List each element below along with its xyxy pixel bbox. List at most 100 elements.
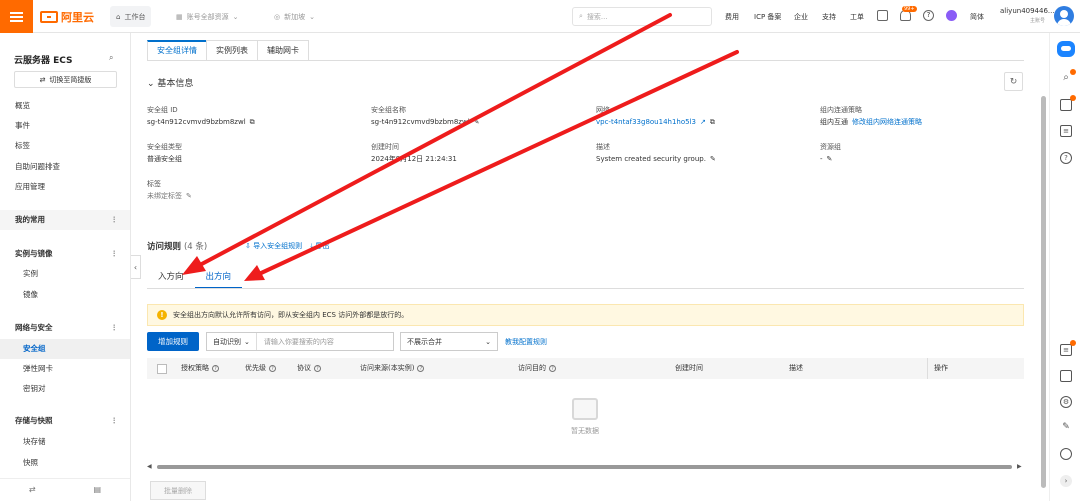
rules-actions: ⇩ 导入安全组规则 ⤓ 导出	[245, 241, 329, 251]
camera-icon[interactable]	[1060, 99, 1072, 111]
scan-icon[interactable]	[1060, 370, 1072, 382]
workbench-button[interactable]: ⌂ 工作台	[110, 6, 152, 27]
help-icon[interactable]: ?	[1060, 152, 1072, 164]
edit-icon[interactable]: ✎	[474, 116, 480, 128]
avatar[interactable]	[1054, 6, 1074, 26]
sidebar-item-images[interactable]: 镜像	[0, 285, 130, 305]
help-icon[interactable]: ?	[212, 365, 219, 372]
edit-icon[interactable]: ✎	[710, 153, 716, 165]
merge-select[interactable]: 不展示合并 ⌄	[400, 332, 498, 351]
sidebar-item-troubleshoot[interactable]: 自助问题排查	[0, 157, 130, 177]
more-icon[interactable]: ⋮	[111, 210, 119, 230]
help-icon[interactable]: ?	[923, 10, 934, 21]
modify-policy-link[interactable]: 修改组内网络连通策略	[852, 116, 922, 128]
column-source[interactable]: 访问来源(本实例)?	[360, 358, 425, 379]
nav-link-enterprise[interactable]: 企业	[794, 12, 808, 22]
scroll-left-icon[interactable]: ◀	[147, 463, 152, 470]
headset-icon[interactable]	[1060, 448, 1072, 460]
teach-config-link[interactable]: 教我配置规则	[505, 337, 547, 347]
sidebar-item-events[interactable]: 事件	[0, 116, 130, 136]
help-icon[interactable]: ?	[269, 365, 276, 372]
edit-icon[interactable]: ✎	[1060, 422, 1072, 434]
vertical-scrollbar[interactable]	[1041, 96, 1046, 488]
nav-link-cost[interactable]: 费用	[725, 12, 739, 22]
help-icon[interactable]: ?	[549, 365, 556, 372]
field-created: 创建时间 2024年9月12日 21:24:31	[371, 141, 457, 165]
batch-delete-button[interactable]: 批量删除	[150, 481, 206, 500]
edit-icon[interactable]: ✎	[186, 190, 192, 202]
help-icon[interactable]: ?	[314, 365, 321, 372]
menu-icon[interactable]	[0, 0, 33, 33]
more-icon[interactable]: ⋮	[111, 411, 119, 431]
import-rules-link[interactable]: ⇩ 导入安全组规则	[245, 241, 302, 251]
collapse-sidebar-handle[interactable]: ‹	[131, 255, 141, 279]
tab-secondary-eni[interactable]: 辅助网卡	[257, 40, 309, 61]
search-icon[interactable]: ⌕	[1060, 73, 1072, 85]
field-label: 网络	[596, 106, 610, 114]
tab-outbound[interactable]: 出方向	[194, 268, 243, 289]
sidebar-item-tags[interactable]: 标签	[0, 136, 130, 156]
user-menu[interactable]: aliyun409446... 主账号	[1000, 6, 1055, 26]
layout-icon[interactable]: ▤	[93, 485, 101, 494]
search-input[interactable]: 请输入你要搜索的内容	[257, 337, 334, 347]
search-input[interactable]: ⌕ 搜索...	[572, 7, 712, 26]
select-all-checkbox[interactable]	[157, 364, 167, 374]
aliyun-logo[interactable]: 阿里云	[40, 9, 94, 25]
scrollbar-thumb[interactable]	[157, 465, 1012, 469]
sidebar-item-app-mgmt[interactable]: 应用管理	[0, 177, 130, 197]
sidebar-item-block-storage[interactable]: 块存储	[0, 432, 130, 452]
basic-info-header[interactable]: ⌄ 基本信息	[147, 76, 193, 89]
help-icon[interactable]: ?	[417, 365, 425, 372]
document-icon[interactable]: ≡	[1060, 125, 1072, 137]
policy-value: 组内互通	[820, 118, 848, 126]
sidebar-group-instances-images[interactable]: 实例与镜像 ⋮	[0, 244, 130, 264]
edit-icon[interactable]: ✎	[827, 153, 833, 165]
sidebar-item-security-groups[interactable]: 安全组	[0, 339, 130, 359]
sidebar-group-network-security[interactable]: 网络与安全 ⋮	[0, 318, 130, 338]
search-icon[interactable]: ⌕	[109, 53, 113, 63]
sidebar-group-favorites[interactable]: 我的常用 ⋮	[0, 210, 130, 230]
column-priority[interactable]: 优先级?	[245, 358, 276, 379]
sidebar-item-keypairs[interactable]: 密钥对	[0, 379, 130, 399]
ai-assistant-icon[interactable]	[1057, 41, 1075, 57]
column-destination[interactable]: 访问目的?	[518, 358, 556, 379]
divider	[147, 288, 1024, 289]
add-rule-button[interactable]: 增加规则	[147, 332, 199, 351]
sidebar-item-eni[interactable]: 弹性网卡	[0, 359, 130, 379]
sidebar-item-overview[interactable]: 概览	[0, 96, 130, 116]
nav-link-support[interactable]: 支持	[822, 12, 836, 22]
tab-instances[interactable]: 实例列表	[206, 40, 258, 61]
export-link[interactable]: ⤓ 导出	[310, 241, 329, 251]
switch-simple-button[interactable]: ⇄ 切换至简捷版	[14, 71, 117, 88]
tab-sg-details[interactable]: 安全组详情	[147, 40, 207, 61]
account-scope-select[interactable]: ▦ 账号全部资源 ⌄	[170, 6, 245, 27]
column-protocol[interactable]: 协议?	[297, 358, 321, 379]
notes-icon[interactable]: ≡	[1060, 344, 1072, 356]
horizontal-scrollbar[interactable]: ◀ ▶	[147, 463, 1024, 471]
copy-icon[interactable]: ⧉	[250, 116, 255, 128]
sidebar-item-instances[interactable]: 实例	[0, 264, 130, 284]
more-icon[interactable]: ⋮	[111, 244, 119, 264]
rules-table-header: 授权策略? 优先级? 协议? 访问来源(本实例)? 访问目的? 创建时间 描述 …	[147, 358, 1024, 379]
region-select[interactable]: ◎ 新加坡 ⌄	[268, 6, 321, 27]
copy-icon[interactable]: ⧉	[710, 116, 715, 128]
swap-icon[interactable]: ⇄	[29, 485, 36, 494]
column-auth-policy[interactable]: 授权策略?	[181, 358, 219, 379]
scroll-right-icon[interactable]: ▶	[1017, 463, 1022, 470]
tab-inbound[interactable]: 入方向	[147, 268, 195, 289]
assistant-icon[interactable]	[946, 10, 957, 21]
sidebar-group-storage-snapshots[interactable]: 存储与快照 ⋮	[0, 411, 130, 431]
sidebar-item-snapshots[interactable]: 快照	[0, 453, 130, 473]
message-icon[interactable]	[877, 10, 888, 21]
nav-link-icp[interactable]: ICP 备案	[754, 12, 781, 22]
refresh-button[interactable]: ↻	[1004, 72, 1023, 91]
language-switch[interactable]: 简体	[970, 12, 984, 22]
more-icon[interactable]: ⋮	[111, 318, 119, 338]
vpc-link[interactable]: vpc-t4ntaf33g8ou14h1ho5l3	[596, 116, 696, 128]
settings-icon[interactable]: ⚙	[1060, 396, 1072, 408]
nav-link-ticket[interactable]: 工单	[850, 12, 864, 22]
rules-title-text: 访问规则	[147, 242, 182, 252]
filter-mode-select[interactable]: 自动识别 ⌄	[207, 333, 257, 350]
chevron-right-icon[interactable]: ›	[1060, 475, 1072, 487]
external-link-icon[interactable]: ↗	[700, 116, 706, 128]
